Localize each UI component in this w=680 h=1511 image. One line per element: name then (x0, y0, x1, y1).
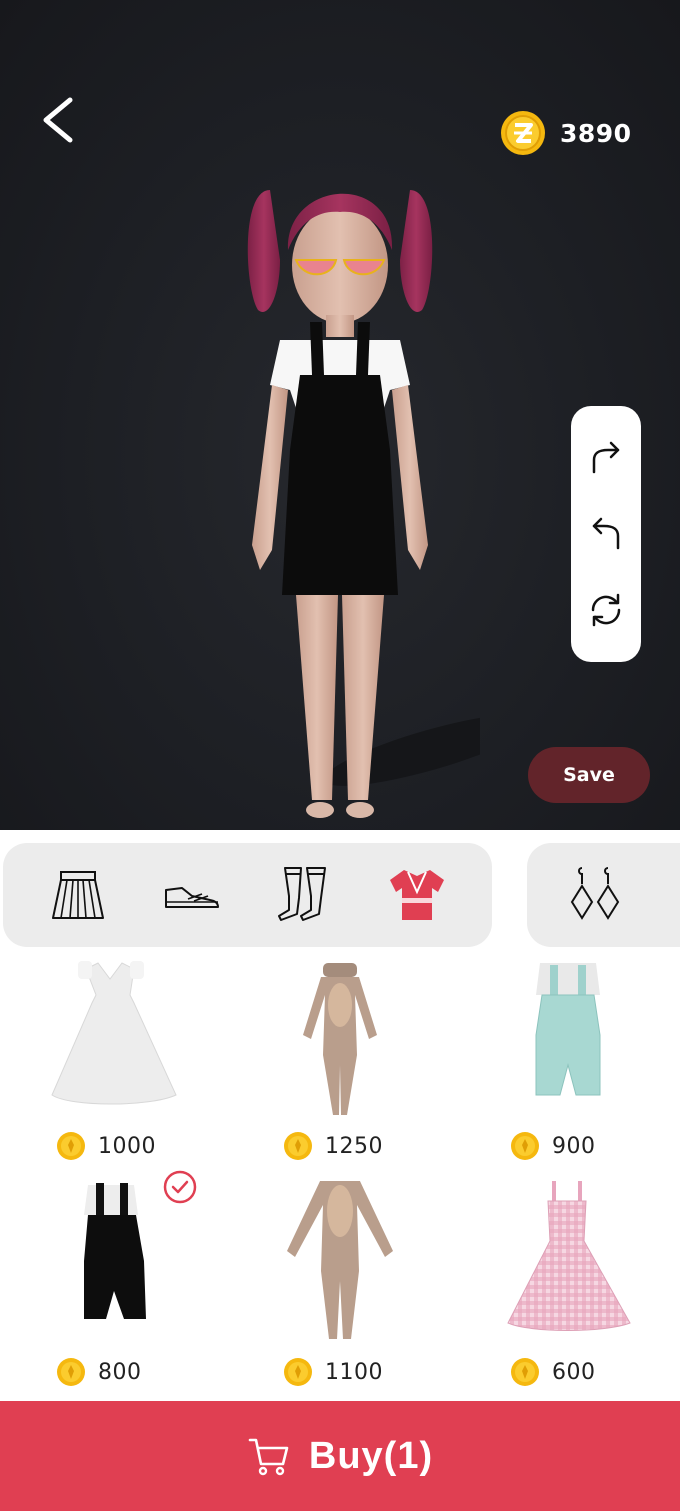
bodysuit-long-sleeve-thumbnail (287, 1181, 393, 1339)
gold-coin-icon (501, 111, 545, 155)
reset-rotate-button[interactable] (584, 588, 628, 632)
price-value: 1100 (325, 1359, 383, 1385)
white-dress-thumbnail (51, 961, 177, 1105)
gold-coin-icon (284, 1132, 312, 1160)
pink-gingham-dress-thumbnail (507, 1181, 631, 1331)
back-button[interactable] (34, 92, 86, 148)
redo-button[interactable] (584, 436, 628, 480)
top-outfit-icon (390, 870, 445, 920)
item-grid: 1000 1250 900 800 1100 600 (0, 955, 680, 1400)
tab-tops[interactable] (379, 857, 455, 933)
price-tag: 1100 (283, 1357, 383, 1387)
undo-button[interactable] (584, 512, 628, 556)
price-value: 900 (552, 1133, 596, 1159)
buy-label: Buy(1) (308, 1434, 434, 1477)
item-card-bodysuit-short-sleeve[interactable]: 1250 (227, 955, 453, 1180)
item-card-bodysuit-long-sleeve[interactable]: 1100 (227, 1181, 453, 1406)
buy-button[interactable]: Buy(1) (0, 1401, 680, 1511)
price-tag: 900 (510, 1131, 596, 1161)
coin-balance: 3890 (500, 110, 632, 156)
price-value: 800 (98, 1359, 142, 1385)
sneaker-icon (164, 887, 219, 908)
category-tabs (3, 843, 492, 947)
gold-coin-icon (284, 1358, 312, 1386)
reset-rotate-icon (591, 593, 621, 627)
price-value: 600 (552, 1359, 596, 1385)
gold-coin-icon (57, 1132, 85, 1160)
chevron-left-icon (43, 97, 73, 143)
gold-coin-icon (511, 1358, 539, 1386)
avatar-stage[interactable]: 3890 Save (0, 0, 680, 830)
black-overalls-thumbnail (84, 1183, 146, 1319)
price-tag: 1000 (56, 1131, 156, 1161)
save-button[interactable]: Save (528, 747, 650, 803)
item-card-pink-gingham-dress[interactable]: 600 (454, 1181, 680, 1406)
price-tag: 1250 (283, 1131, 383, 1161)
price-value: 1000 (98, 1133, 156, 1159)
category-tabs-secondary (527, 843, 680, 947)
price-value: 1250 (325, 1133, 383, 1159)
stockings-icon (278, 867, 327, 921)
tab-skirt[interactable] (40, 857, 116, 933)
undo-icon (592, 517, 620, 550)
item-card-mint-overalls[interactable]: 900 (454, 955, 680, 1180)
tab-earrings[interactable] (557, 857, 633, 933)
tab-stockings[interactable] (266, 857, 342, 933)
bodysuit-short-sleeve-thumbnail (303, 963, 377, 1115)
earrings-icon (570, 867, 620, 920)
price-tag: 600 (510, 1357, 596, 1387)
gold-coin-icon (57, 1358, 85, 1386)
selected-check-icon (163, 1170, 197, 1204)
redo-icon (592, 441, 620, 474)
skirt-icon (51, 871, 104, 919)
item-card-black-overalls[interactable]: 800 (0, 1170, 226, 1406)
coin-count: 3890 (560, 118, 632, 148)
item-card-white-dress[interactable]: 1000 (0, 955, 226, 1180)
view-tools (571, 406, 641, 662)
cart-icon (248, 1438, 289, 1476)
price-tag: 800 (56, 1357, 142, 1387)
tab-shoes[interactable] (153, 857, 229, 933)
mint-overalls-thumbnail (535, 963, 601, 1096)
avatar-figure[interactable] (200, 150, 480, 830)
gold-coin-icon (511, 1132, 539, 1160)
